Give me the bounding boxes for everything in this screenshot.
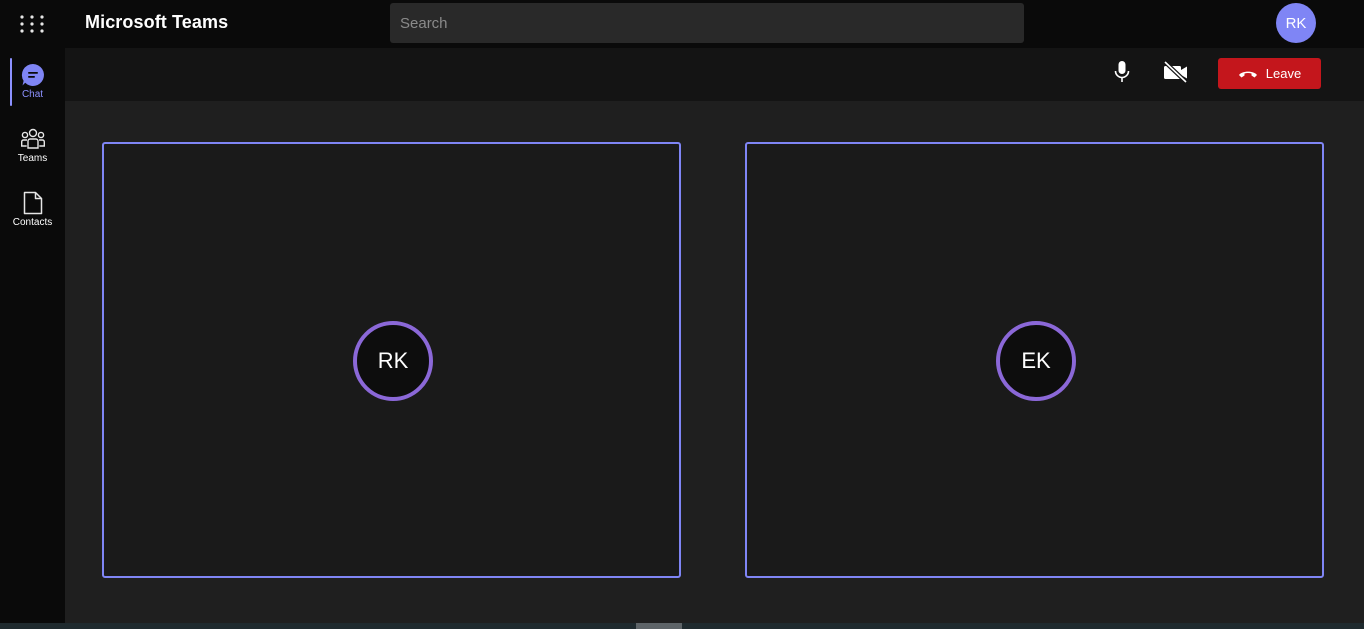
participant-avatar: RK bbox=[353, 321, 433, 401]
app-rail: Chat Teams Contacts bbox=[0, 48, 65, 623]
hang-up-icon bbox=[1238, 69, 1258, 79]
document-icon bbox=[22, 190, 44, 216]
user-avatar[interactable]: RK bbox=[1276, 3, 1316, 43]
rail-item-contacts[interactable]: Contacts bbox=[0, 176, 65, 236]
rail-item-teams[interactable]: Teams bbox=[0, 112, 65, 172]
camera-off-icon bbox=[1162, 60, 1190, 89]
teams-icon bbox=[20, 126, 46, 152]
microphone-button[interactable] bbox=[1104, 57, 1140, 91]
top-bar: Microsoft Teams RK bbox=[0, 0, 1364, 48]
rail-item-label: Teams bbox=[17, 153, 48, 164]
app-title: Microsoft Teams bbox=[85, 12, 229, 32]
meeting-stage: RK EK bbox=[65, 101, 1364, 623]
rail-item-label: Contacts bbox=[12, 217, 53, 228]
scrollbar-thumb[interactable] bbox=[636, 623, 682, 629]
rail-item-label: Chat bbox=[21, 89, 44, 100]
search-input[interactable] bbox=[390, 3, 1024, 43]
participant-tile: RK bbox=[102, 142, 681, 578]
microphone-icon bbox=[1112, 59, 1132, 90]
participant-avatar: EK bbox=[996, 321, 1076, 401]
app-launcher-icon[interactable] bbox=[18, 11, 46, 39]
participant-tile: EK bbox=[745, 142, 1324, 578]
camera-button[interactable] bbox=[1158, 57, 1194, 91]
horizontal-scrollbar[interactable] bbox=[0, 623, 1364, 629]
leave-label: Leave bbox=[1265, 66, 1302, 81]
leave-button[interactable]: Leave bbox=[1218, 58, 1321, 89]
meeting-toolbar: Leave bbox=[65, 48, 1364, 101]
rail-item-chat[interactable]: Chat bbox=[0, 48, 65, 108]
chat-icon bbox=[20, 62, 46, 88]
